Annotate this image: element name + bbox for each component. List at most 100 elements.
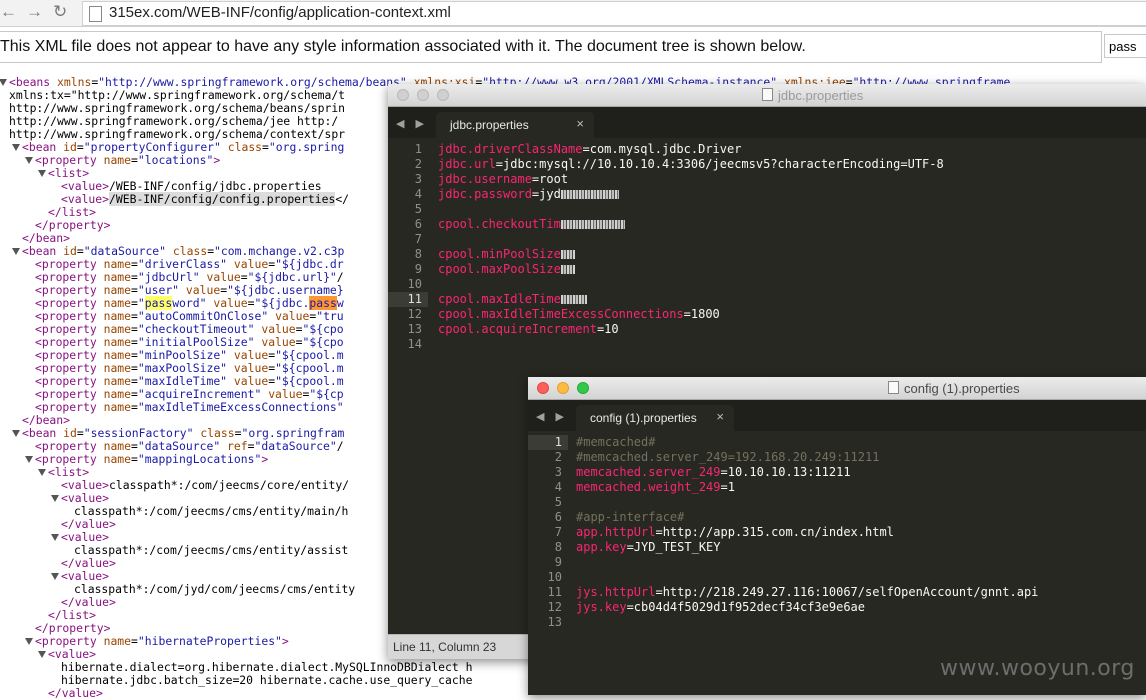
cursor-position-status: Line 11, Column 23 bbox=[393, 640, 497, 654]
config-window-titlebar[interactable]: config (1).properties bbox=[528, 377, 1146, 400]
line-number: 10 bbox=[547, 570, 562, 584]
collapse-triangle-icon[interactable] bbox=[25, 456, 33, 463]
property-value: =http://218.249.27.116:10067/selfOpenAcc… bbox=[655, 585, 1039, 599]
code-line: memcached.weight_249=1 bbox=[576, 480, 1038, 495]
collapse-triangle-icon[interactable] bbox=[12, 248, 20, 255]
collapse-triangle-icon[interactable] bbox=[0, 79, 7, 86]
redacted-value bbox=[560, 190, 619, 199]
line-number: 6 bbox=[414, 217, 422, 231]
tab-nav-arrows-icon[interactable]: ◀ ▶ bbox=[396, 117, 428, 130]
code-line: cpool.minPoolSize bbox=[438, 247, 944, 262]
property-key: jys.key bbox=[576, 600, 627, 614]
tab-nav-arrows-icon[interactable]: ◀ ▶ bbox=[536, 410, 568, 423]
line-number: 11 bbox=[388, 292, 428, 307]
zoom-window-icon[interactable] bbox=[577, 382, 589, 394]
code-line: #memcached# bbox=[576, 435, 1038, 450]
close-window-icon[interactable] bbox=[537, 382, 549, 394]
line-number: 3 bbox=[554, 465, 562, 479]
line-number: 5 bbox=[554, 495, 562, 509]
line-number: 12 bbox=[407, 307, 422, 321]
property-value: =cb04d4f5029d1f952decf34cf3e9e6ae bbox=[626, 600, 865, 614]
code-line: cpool.checkoutTim bbox=[438, 217, 944, 232]
tab-close-icon[interactable]: × bbox=[716, 410, 724, 424]
find-input[interactable]: pass bbox=[1104, 34, 1146, 58]
minimize-window-icon[interactable] bbox=[557, 382, 569, 394]
back-arrow-icon[interactable]: ← bbox=[0, 2, 17, 22]
property-key: cpool.minPoolSize bbox=[438, 247, 561, 261]
collapse-triangle-icon[interactable] bbox=[38, 170, 46, 177]
jdbc-window-titlebar[interactable]: jdbc.properties bbox=[388, 84, 1146, 107]
line-number: 9 bbox=[554, 555, 562, 569]
code-area[interactable]: jdbc.driverClassName=com.mysql.jdbc.Driv… bbox=[438, 142, 944, 352]
property-key: jdbc.driverClassName bbox=[438, 142, 583, 156]
property-key: jdbc.url bbox=[438, 157, 496, 171]
line-number: 2 bbox=[554, 450, 562, 464]
comment-text: #memcached.server_249=192.168.20.249:112… bbox=[576, 450, 880, 464]
url-text[interactable]: 315ex.com/WEB-INF/config/application-con… bbox=[109, 4, 451, 22]
property-key: jdbc.password bbox=[438, 187, 532, 201]
line-number: 4 bbox=[414, 187, 422, 201]
address-bar[interactable]: 315ex.com/WEB-INF/config/application-con… bbox=[82, 1, 1146, 26]
zoom-window-icon[interactable] bbox=[437, 89, 449, 101]
xml-line: <property name="maxIdleTimeExcessConnect… bbox=[35, 400, 344, 414]
document-icon bbox=[762, 88, 773, 101]
config-tab-strip: ◀ ▶ config (1).properties × bbox=[528, 400, 1146, 431]
tab-config-properties[interactable]: config (1).properties × bbox=[576, 405, 734, 431]
line-number: 5 bbox=[414, 202, 422, 216]
code-line: #memcached.server_249=192.168.20.249:112… bbox=[576, 450, 1038, 465]
property-key: cpool.acquireIncrement bbox=[438, 322, 597, 336]
config-window-title: config (1).properties bbox=[888, 381, 1020, 396]
code-area[interactable]: #memcached# #memcached.server_249=192.168… bbox=[576, 435, 1038, 630]
property-key: cpool.checkoutTim bbox=[438, 217, 561, 231]
xml-line: classpath*:/com/jyd/com/jeecms/cms/entit… bbox=[74, 582, 356, 596]
forward-arrow-icon[interactable]: → bbox=[26, 2, 43, 22]
collapse-triangle-icon[interactable] bbox=[51, 573, 59, 580]
config-properties-window[interactable]: config (1).properties ◀ ▶ config (1).pro… bbox=[528, 377, 1146, 695]
close-window-icon[interactable] bbox=[397, 89, 409, 101]
line-number: 14 bbox=[407, 337, 422, 351]
property-value: =jyd bbox=[531, 187, 561, 201]
collapse-triangle-icon[interactable] bbox=[12, 430, 20, 437]
line-number-gutter: 1 2 3 4 5 6 7 8 9 10 11 12 13 14 bbox=[388, 142, 428, 352]
code-line: cpool.maxIdleTimeExcessConnections=1800 bbox=[438, 307, 944, 322]
collapse-triangle-icon[interactable] bbox=[51, 495, 59, 502]
property-key: cpool.maxIdleTime bbox=[438, 292, 561, 306]
line-number: 8 bbox=[414, 247, 422, 261]
line-number: 1 bbox=[528, 435, 568, 450]
property-value: =http://app.315.com.cn/index.html bbox=[655, 525, 894, 539]
property-value: =JYD_TEST_KEY bbox=[626, 540, 721, 554]
xml-line: <value>/WEB-INF/config/config.properties… bbox=[61, 192, 350, 206]
collapse-triangle-icon[interactable] bbox=[12, 144, 20, 151]
line-number: 4 bbox=[554, 480, 562, 494]
line-number: 2 bbox=[414, 157, 422, 171]
jdbc-tab-strip: ◀ ▶ jdbc.properties × bbox=[388, 107, 1146, 138]
property-key: app.httpUrl bbox=[576, 525, 656, 539]
jdbc-window-title: jdbc.properties bbox=[762, 88, 863, 103]
watermark: www.wooyun.org bbox=[940, 656, 1135, 681]
tab-jdbc-properties[interactable]: jdbc.properties × bbox=[436, 112, 594, 138]
xml-info-message: This XML file does not appear to have an… bbox=[0, 38, 806, 55]
code-line: memcached.server_249=10.10.10.13:11211 bbox=[576, 465, 1038, 480]
collapse-triangle-icon[interactable] bbox=[38, 651, 46, 658]
tab-close-icon[interactable]: × bbox=[576, 117, 584, 131]
collapse-triangle-icon[interactable] bbox=[51, 534, 59, 541]
code-line: jys.key=cb04d4f5029d1f952decf34cf3e9e6ae bbox=[576, 600, 1038, 615]
line-number: 10 bbox=[407, 277, 422, 291]
line-number: 13 bbox=[547, 615, 562, 629]
collapse-triangle-icon[interactable] bbox=[25, 638, 33, 645]
collapse-triangle-icon[interactable] bbox=[38, 469, 46, 476]
line-number: 6 bbox=[554, 510, 562, 524]
code-line: jdbc.url=jdbc:mysql://10.10.10.4:3306/je… bbox=[438, 157, 944, 172]
reload-icon[interactable]: ↻ bbox=[53, 2, 67, 22]
line-number: 8 bbox=[554, 540, 562, 554]
line-number: 3 bbox=[414, 172, 422, 186]
code-line: cpool.maxPoolSize bbox=[438, 262, 944, 277]
minimize-window-icon[interactable] bbox=[417, 89, 429, 101]
collapse-triangle-icon[interactable] bbox=[25, 157, 33, 164]
line-number-gutter: 1 2 3 4 5 6 7 8 9 10 11 12 13 bbox=[528, 435, 568, 630]
line-number: 12 bbox=[547, 600, 562, 614]
